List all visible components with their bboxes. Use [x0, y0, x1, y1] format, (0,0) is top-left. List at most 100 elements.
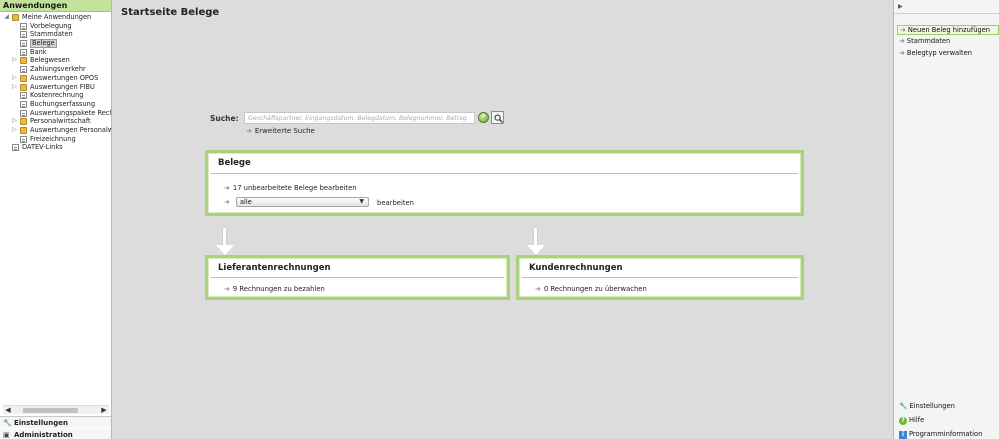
arrow-right-icon: ➜ [899, 49, 905, 57]
receipt-filter-value: alle [240, 198, 252, 206]
task-link[interactable]: ➜ Belegtyp verwalten [897, 49, 999, 59]
tree-item-label: Bank [30, 47, 47, 56]
magnifier-icon [494, 114, 503, 123]
tree-item-label: Freizeichnung [30, 134, 76, 143]
help-link[interactable]: ? Hilfe [899, 416, 924, 425]
search-input[interactable] [244, 112, 475, 124]
tree-item[interactable]: ◢ Meine Anwendungen [0, 13, 111, 22]
expand-icon[interactable]: ▷ [11, 74, 18, 83]
right-settings-label: Einstellungen [909, 402, 955, 410]
tree-item-label: Personalwirtschaft [30, 117, 91, 126]
tree-item[interactable]: ▷ Auswertungen Personalwir [0, 126, 111, 135]
arrow-right-icon: ➜ [900, 26, 906, 34]
tree-item[interactable]: Belege [0, 39, 111, 48]
admin-icon: ▣ [3, 431, 10, 439]
tree-item-label: Vorbelegung [30, 21, 72, 30]
page-icon [20, 31, 27, 39]
unprocessed-receipts-link[interactable]: ➜ 17 unbearbeitete Belege bearbeiten [224, 184, 357, 192]
tree-item-label: Auswertungen OPOS [30, 73, 99, 82]
belege-panel-title: Belege [218, 158, 251, 168]
tree-item[interactable]: ▷ Belegwesen [0, 56, 111, 65]
tree-item-label: Kostenrechnung [30, 91, 84, 100]
scroll-left-icon[interactable]: ◀ [3, 406, 13, 415]
arrow-right-icon: ➜ [224, 285, 230, 293]
task-link-label: Stammdaten [906, 37, 951, 45]
tree-item-label: Meine Anwendungen [22, 13, 92, 21]
tree-item-label: Auswertungen Personalwir [30, 125, 111, 134]
divider [211, 277, 504, 278]
tree-item[interactable]: Vorbelegung [0, 22, 111, 31]
tree-item[interactable]: Zahlungsverkehr [0, 65, 111, 74]
tree-item[interactable]: ▷ Auswertungen OPOS [0, 74, 111, 83]
tree-item[interactable]: Auswertungspakete Rechnu [0, 109, 111, 118]
invoices-to-monitor-label: 0 Rechnungen zu überwachen [543, 285, 647, 293]
tree-item[interactable]: ▷ Personalwirtschaft [0, 117, 111, 126]
program-info-label: Programminformation [909, 430, 983, 438]
edit-row-arrow: ➜ [224, 198, 233, 206]
main-content: Startseite Belege Suche: ➜Erweiterte Suc… [113, 0, 893, 439]
unprocessed-receipts-label: 17 unbearbeitete Belege bearbeiten [232, 184, 357, 192]
tree-item-label: Auswertungspakete Rechnu [30, 108, 111, 117]
task-panel: ▶ ➜ Neuen Beleg hinzufügen ➜ Stammdaten ➜ Bel… [893, 0, 999, 439]
task-link[interactable]: ➜ Neuen Beleg hinzufügen [897, 25, 999, 35]
flow-arrow-down-icon [527, 227, 545, 255]
expand-icon[interactable]: ▷ [11, 56, 18, 65]
left-settings-button[interactable]: 🔧 Einstellungen [0, 416, 111, 428]
right-settings-link[interactable]: 🔧 Einstellungen [899, 402, 955, 410]
scrollbar-thumb[interactable] [23, 408, 78, 413]
page-icon [20, 40, 27, 48]
tree-item[interactable]: Freizeichnung [0, 135, 111, 144]
help-icon: ? [899, 417, 907, 425]
invoices-to-pay-link[interactable]: ➜ 9 Rechnungen zu bezahlen [224, 285, 325, 293]
wrench-icon: 🔧 [899, 402, 908, 410]
page-icon [20, 48, 27, 56]
arrow-right-icon: ➜ [899, 37, 905, 45]
arrow-right-icon: ➜ [535, 285, 541, 293]
edit-link[interactable]: bearbeiten [377, 199, 414, 207]
tree-item-label: Zahlungsverkehr [30, 65, 86, 74]
tree-item[interactable]: Stammdaten [0, 30, 111, 39]
expand-icon[interactable]: ▷ [11, 83, 18, 92]
advanced-search-label: Erweiterte Suche [254, 127, 315, 135]
folder-icon [20, 118, 27, 126]
advanced-search-link[interactable]: ➜ Erweiterte Suche [246, 127, 315, 135]
page-icon [20, 92, 27, 100]
go-search-button[interactable] [478, 111, 489, 123]
arrow-right-icon: ➜ [246, 127, 252, 135]
search-button[interactable] [491, 111, 504, 124]
dropdown-caret-icon: ▼ [359, 198, 364, 205]
folder-icon [12, 14, 19, 21]
administration-button[interactable]: ▣ Administration [0, 429, 111, 439]
tree-item[interactable]: Buchungserfassung [0, 100, 111, 109]
page-title: Startseite Belege [121, 7, 220, 18]
expand-icon[interactable]: ▷ [11, 126, 18, 135]
folder-icon [20, 126, 27, 134]
collapse-panel-icon[interactable]: ▶ [894, 0, 999, 14]
program-info-link[interactable]: i Programminformation [899, 430, 982, 439]
receipt-filter-select[interactable]: alle ▼ [236, 197, 369, 207]
invoices-to-monitor-link[interactable]: ➜ 0 Rechnungen zu überwachen [535, 285, 647, 293]
task-link-label: Neuen Beleg hinzufügen [907, 26, 991, 34]
flow-arrow-down-icon [216, 227, 234, 255]
horizontal-scrollbar[interactable]: ◀ ▶ [3, 405, 109, 414]
application-tree: ◢ Meine Anwendungen Vorbelegung Stammdaten B… [0, 13, 111, 403]
task-link-label: Belegtyp verwalten [906, 49, 972, 57]
tree-item[interactable]: Bank [0, 48, 111, 57]
page-icon [20, 135, 27, 143]
folder-icon [20, 57, 27, 65]
collapse-icon[interactable]: ◢ [3, 13, 10, 22]
scroll-right-icon[interactable]: ▶ [99, 406, 109, 415]
folder-icon [20, 83, 27, 91]
expand-icon[interactable]: ▷ [11, 117, 18, 126]
tree-item[interactable]: ▷ Auswertungen FIBU [0, 83, 111, 92]
page-icon [12, 144, 19, 152]
supplier-invoices-panel: Lieferantenrechnungen ➜ 9 Rechnungen zu b… [205, 255, 510, 300]
administration-label: Administration [14, 431, 73, 439]
tree-item[interactable]: Kostenrechnung [0, 91, 111, 100]
supplier-invoices-title: Lieferantenrechnungen [218, 263, 331, 273]
divider [211, 173, 798, 174]
tree-item[interactable]: DATEV-Links [0, 143, 111, 152]
info-icon: i [899, 431, 907, 439]
task-link[interactable]: ➜ Stammdaten [897, 37, 999, 47]
arrow-right-icon: ➜ [224, 198, 230, 206]
